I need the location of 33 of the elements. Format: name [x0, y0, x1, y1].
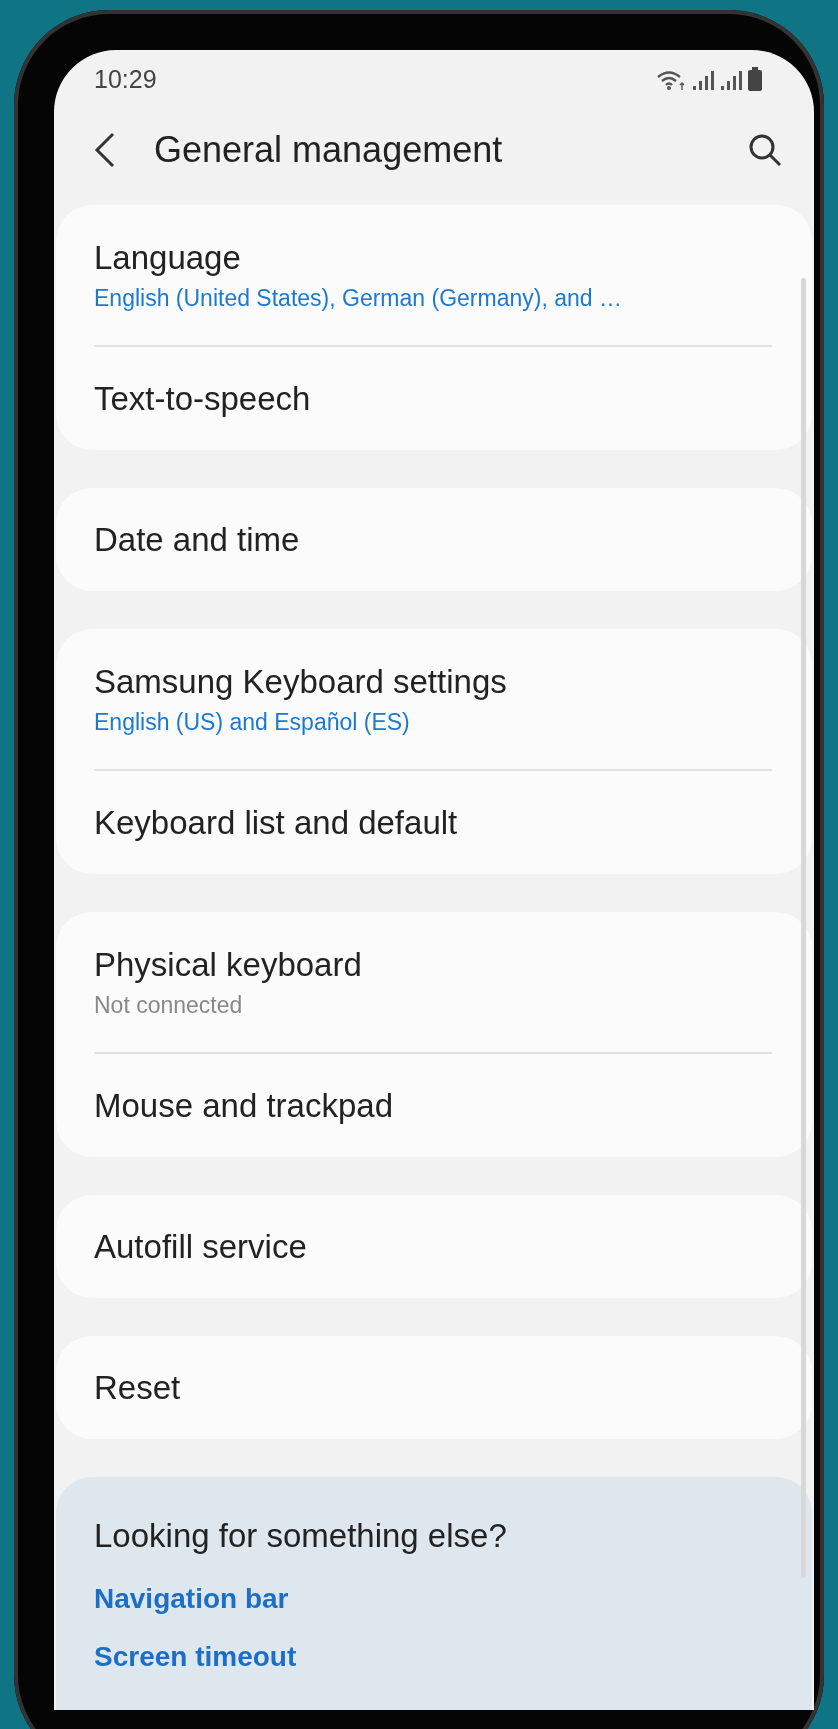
search-icon[interactable]	[748, 133, 782, 167]
item-title: Physical keyboard	[94, 945, 363, 984]
item-title: Language	[94, 238, 242, 277]
signal-icon	[720, 69, 742, 91]
item-subtitle: English (United States), German (Germany), and …	[94, 284, 623, 312]
item-title: Mouse and trackpad	[94, 1086, 394, 1125]
page-title: General management	[154, 129, 504, 171]
settings-item[interactable]: Language English (United States), German (Germany), and …	[94, 205, 772, 345]
item-title: Samsung Keyboard settings	[94, 662, 508, 701]
settings-item[interactable]: Keyboard list and default	[94, 771, 772, 874]
item-subtitle: English (US) and Español (ES)	[94, 708, 411, 736]
status-time: 10:29	[94, 64, 157, 94]
wifi-icon	[656, 69, 686, 91]
battery-icon	[748, 67, 762, 91]
settings-item[interactable]: Date and time	[94, 488, 772, 591]
settings-item[interactable]: Samsung Keyboard settings English (US) and Español (ES)	[94, 629, 772, 769]
item-title: Keyboard list and default	[94, 803, 459, 842]
item-title: Reset	[94, 1368, 182, 1407]
settings-item[interactable]: Text-to-speech	[94, 347, 772, 450]
scrollbar[interactable]	[801, 278, 806, 1578]
suggestion-link[interactable]: Screen timeout	[94, 1641, 297, 1673]
item-title: Text-to-speech	[94, 379, 312, 418]
settings-item[interactable]: Reset	[94, 1336, 772, 1439]
item-title: Date and time	[94, 520, 301, 559]
item-title: Autofill service	[94, 1227, 308, 1266]
settings-item[interactable]: Autofill service	[94, 1195, 772, 1298]
signal-icon	[692, 69, 714, 91]
settings-item[interactable]: Mouse and trackpad	[94, 1054, 772, 1157]
settings-item[interactable]: Physical keyboard Not connected	[94, 912, 772, 1052]
item-subtitle: Not connected	[94, 991, 244, 1019]
suggestions-heading: Looking for something else?	[94, 1517, 507, 1555]
back-icon[interactable]	[94, 132, 116, 168]
suggestion-link[interactable]: Navigation bar	[94, 1583, 289, 1615]
